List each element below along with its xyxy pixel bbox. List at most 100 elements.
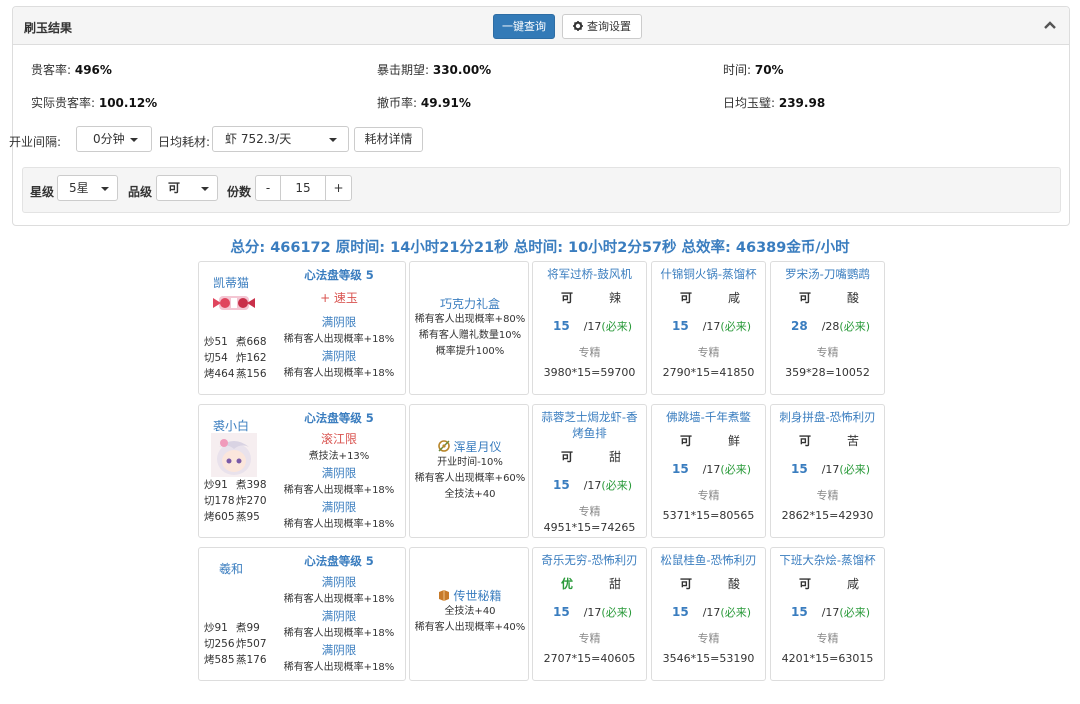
chef-stat: 煮668 bbox=[236, 336, 267, 348]
grade-value: 可 bbox=[168, 181, 181, 195]
dish-qty-value: 15 bbox=[791, 462, 808, 476]
equip-card: 传世秘籍 全技法+40 稀有客人出现概率+40% bbox=[409, 547, 529, 681]
dish-must-tag: (必来) bbox=[839, 606, 870, 619]
dish-qty-max: /17 bbox=[821, 606, 840, 619]
dish-quantity: 15/17(必来) bbox=[672, 461, 751, 477]
chef-stat: 切256 bbox=[204, 638, 235, 650]
dish-formula: 5371*15=80565 bbox=[662, 509, 755, 522]
chef-stat: 烤605 bbox=[204, 511, 235, 523]
chevron-up-icon[interactable] bbox=[1043, 19, 1057, 31]
star-select[interactable]: 5星 bbox=[57, 175, 118, 201]
chef-name[interactable]: 裘小白 bbox=[211, 417, 251, 434]
equip-name-row: 巧克力礼盒 bbox=[404, 296, 536, 312]
dish-name[interactable]: 刺身拼盘-恐怖利刃 bbox=[771, 409, 884, 425]
dish-specialty: 专精 bbox=[578, 505, 601, 518]
dish-grade: 可 bbox=[799, 291, 812, 305]
interval-select[interactable]: 0分钟 bbox=[76, 126, 152, 152]
dish-formula: 2707*15=40605 bbox=[543, 652, 636, 665]
filter-well: 星级 5星 品级 可 份数 - 15 + bbox=[22, 167, 1061, 213]
chef-stat: 炸162 bbox=[236, 352, 267, 364]
skill-line: 稀有客人出现概率+18% bbox=[283, 662, 395, 673]
dish-grade: 可 bbox=[799, 577, 812, 591]
stat-crit-expect: 暴击期望: 330.00% bbox=[377, 63, 492, 77]
chef-card: 凯蒂猫 炒51 煮668 切54 炸162 烤464蒸156 心法盘等级 5 + 速玉 满阴限稀… bbox=[198, 261, 406, 395]
chef-stat-row: 烤464蒸156 bbox=[204, 366, 276, 382]
chef-name[interactable]: 羲和 bbox=[211, 560, 251, 577]
stat-daily-jade: 日均玉璧: 239.98 bbox=[723, 96, 826, 110]
dish-card: 佛跳墙-千年煮鳖可鲜 15/17(必来) 专精 5371*15=80565 bbox=[651, 404, 766, 538]
dish-quantity: 15/17(必来) bbox=[553, 604, 632, 620]
interval-value: 0分钟 bbox=[93, 132, 125, 146]
equip-effect: 开业时间-10% bbox=[437, 457, 503, 468]
dish-taste: 咸 bbox=[728, 291, 741, 305]
skill-line: 稀有客人出现概率+18% bbox=[283, 368, 395, 379]
dish-card: 松鼠桂鱼-恐怖利刃可酸 15/17(必来) 专精 3546*15=53190 bbox=[651, 547, 766, 681]
chef-card: 羲和 炒91 煮99 切256炸507 烤585蒸176 心法盘等级 5 满阴限 稀有客人出现… bbox=[198, 547, 406, 681]
chef-card: 裘小白 炒91 煮398 切178炸270 烤605蒸95 心法盘等级 5 滚江限 煮技法+1… bbox=[198, 404, 406, 538]
skill-line: 稀有客人出现概率+18% bbox=[283, 594, 395, 605]
skill-line: + 速玉 bbox=[320, 291, 358, 305]
portion-plus-button[interactable]: + bbox=[325, 175, 352, 201]
dish-formula: 4951*15=74265 bbox=[543, 521, 636, 534]
dish-formula: 4201*15=63015 bbox=[781, 652, 874, 665]
chef-stat: 炒51 bbox=[204, 336, 228, 348]
dish-taste: 苦 bbox=[847, 434, 860, 448]
consume-detail-button[interactable]: 耗材详情 bbox=[354, 127, 423, 152]
dish-must-tag: (必来) bbox=[720, 463, 751, 476]
chef-stat: 蒸95 bbox=[236, 511, 260, 523]
portion-minus-button[interactable]: - bbox=[255, 175, 281, 201]
skill-line: 满阴限 bbox=[321, 643, 357, 657]
chef-name[interactable]: 凯蒂猫 bbox=[211, 274, 251, 291]
equip-effect: 稀有客人出现概率+80% bbox=[414, 314, 526, 325]
dish-card: 蒜蓉芝士焗龙虾-香烤鱼排可甜 15/17(必来) 专精 4951*15=74265 bbox=[532, 404, 647, 538]
stat-coin-rate: 撤币率: 49.91% bbox=[377, 96, 471, 110]
portion-label: 份数 bbox=[227, 185, 252, 199]
chef-stat: 切178 bbox=[204, 495, 235, 507]
astrolabe-icon bbox=[438, 440, 451, 452]
dish-name[interactable]: 将军过桥-鼓风机 bbox=[533, 266, 646, 282]
skill-line: 满阴限 bbox=[321, 500, 357, 514]
equip-name[interactable]: 巧克力礼盒 bbox=[440, 297, 500, 311]
caret-down-icon bbox=[101, 187, 109, 191]
dish-name[interactable]: 下班大杂烩-蒸馏杯 bbox=[771, 552, 884, 568]
dish-quantity: 15/17(必来) bbox=[553, 318, 632, 334]
equip-effect: 稀有客人出现概率+40% bbox=[414, 622, 526, 633]
dish-taste: 咸 bbox=[847, 577, 860, 591]
dish-quantity: 28/28(必来) bbox=[791, 318, 870, 334]
consume-select[interactable]: 虾 752.3/天 bbox=[212, 126, 349, 152]
equip-name-row: 浑星月仪 bbox=[404, 439, 536, 455]
chef-stat-row: 炒91 煮99 bbox=[204, 620, 276, 636]
interval-label: 开业间隔: bbox=[9, 135, 62, 149]
equip-column: 浑星月仪 开业时间-10% 稀有客人出现概率+60% 全技法+40 bbox=[404, 439, 536, 503]
star-label: 星级 bbox=[30, 185, 55, 199]
grade-label: 品级 bbox=[128, 185, 153, 199]
equip-card: 巧克力礼盒 稀有客人出现概率+80% 稀有客人赠礼数量10% 概率提升100% bbox=[409, 261, 529, 395]
query-settings-button[interactable]: 查询设置 bbox=[562, 14, 642, 39]
dish-must-tag: (必来) bbox=[601, 606, 632, 619]
one-click-query-button[interactable]: 一键查询 bbox=[493, 14, 555, 39]
dish-name[interactable]: 松鼠桂鱼-恐怖利刃 bbox=[652, 552, 765, 568]
gear-icon bbox=[573, 16, 583, 39]
dish-specialty: 专精 bbox=[816, 632, 839, 645]
equip-name[interactable]: 浑星月仪 bbox=[453, 440, 501, 454]
grade-select[interactable]: 可 bbox=[156, 175, 218, 201]
dish-name[interactable]: 什锦铜火锅-蒸馏杯 bbox=[652, 266, 765, 282]
dish-must-tag: (必来) bbox=[839, 463, 870, 476]
dish-name[interactable]: 蒜蓉芝士焗龙虾-香烤鱼排 bbox=[533, 409, 646, 441]
panel-header: 刷玉结果 一键查询 查询设置 bbox=[13, 7, 1069, 45]
equip-name[interactable]: 传世秘籍 bbox=[453, 589, 501, 603]
dish-name[interactable]: 奇乐无穷-恐怖利刃 bbox=[533, 552, 646, 568]
dish-must-tag: (必来) bbox=[839, 320, 870, 333]
dish-specialty: 专精 bbox=[697, 489, 720, 502]
equip-effect: 全技法+40 bbox=[444, 489, 496, 500]
chef-stat: 煮99 bbox=[236, 622, 260, 634]
dish-name[interactable]: 佛跳墙-千年煮鳖 bbox=[652, 409, 765, 425]
chef-stat-row: 切178炸270 bbox=[204, 493, 276, 509]
portion-input[interactable]: 15 bbox=[280, 175, 326, 201]
dish-name[interactable]: 罗宋汤-刀嘴鹦鹉 bbox=[771, 266, 884, 282]
skill-column: 心法盘等级 5 满阴限 稀有客人出现概率+18% 满阴限 稀有客人出现概率+18% 满阴限… bbox=[277, 552, 401, 676]
dish-card: 下班大杂烩-蒸馏杯可咸 15/17(必来) 专精 4201*15=63015 bbox=[770, 547, 885, 681]
dish-quantity: 15/17(必来) bbox=[672, 318, 751, 334]
dish-specialty: 专精 bbox=[816, 489, 839, 502]
skill-line: 稀有客人出现概率+18% bbox=[283, 334, 395, 345]
